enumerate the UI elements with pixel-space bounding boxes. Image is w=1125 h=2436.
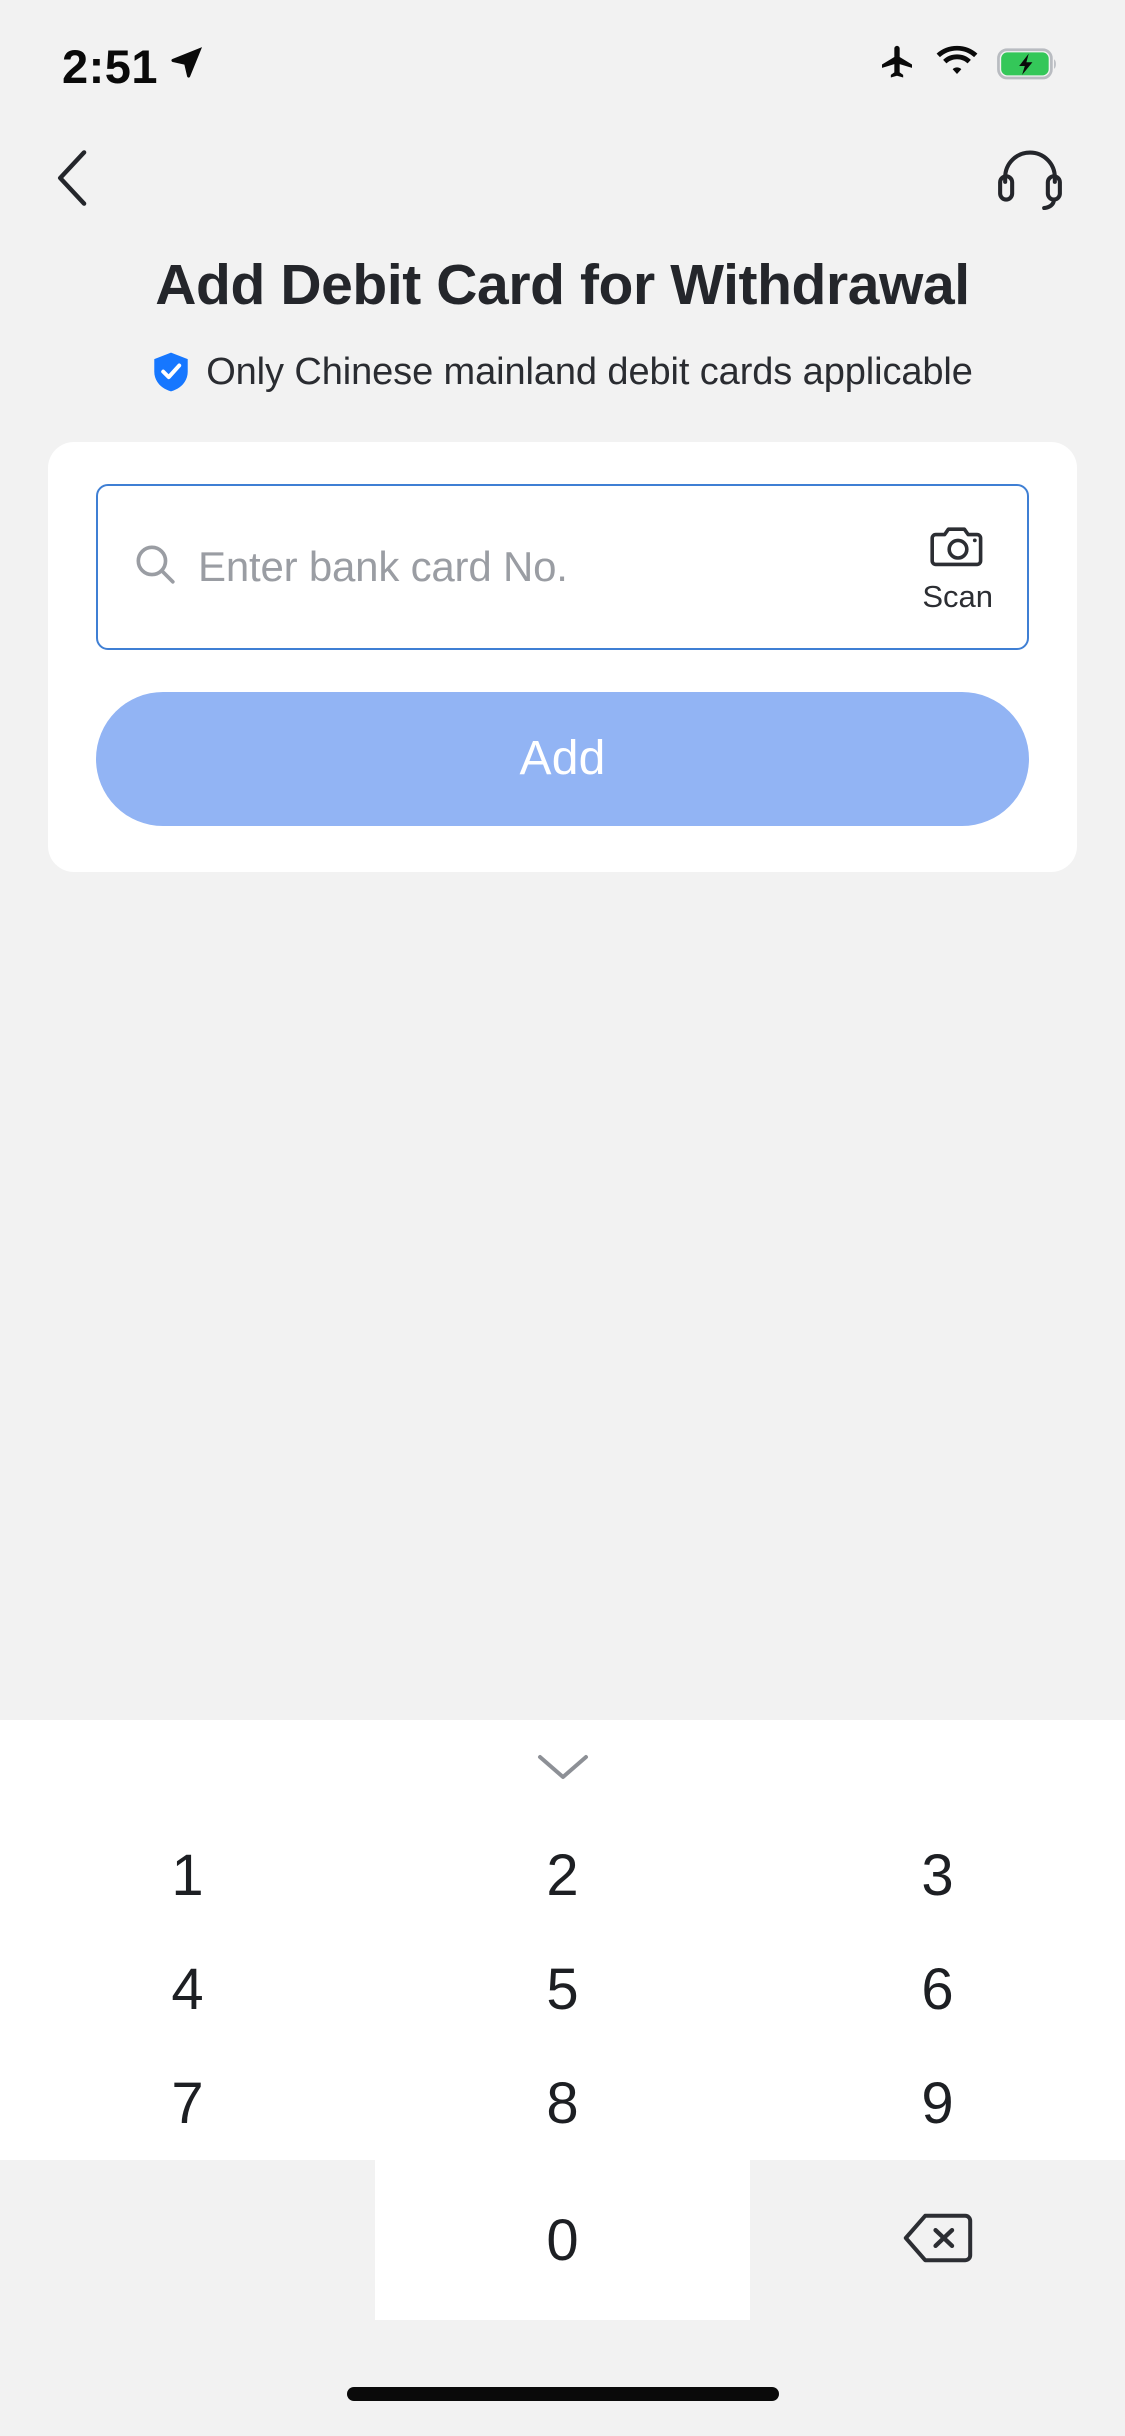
back-button[interactable] bbox=[36, 143, 110, 217]
scan-card-button[interactable]: Scan bbox=[922, 522, 993, 612]
airplane-mode-icon bbox=[877, 42, 917, 87]
status-bar: 2:51 bbox=[0, 0, 1125, 128]
eligibility-notice: Only Chinese mainland debit cards applic… bbox=[0, 351, 1125, 394]
scan-label: Scan bbox=[922, 578, 993, 614]
home-indicator[interactable] bbox=[346, 2387, 779, 2401]
keypad-last-row: 0 bbox=[0, 2160, 1125, 2320]
key-2[interactable]: 2 bbox=[375, 1818, 750, 1932]
nav-bar bbox=[0, 128, 1125, 232]
add-card-button[interactable]: Add bbox=[96, 691, 1029, 826]
eligibility-notice-text: Only Chinese mainland debit cards applic… bbox=[206, 350, 973, 393]
battery-charging-icon bbox=[997, 48, 1059, 80]
status-bar-clock: 2:51 bbox=[62, 39, 159, 93]
key-3[interactable]: 3 bbox=[750, 1818, 1125, 1932]
location-arrow-icon bbox=[168, 43, 206, 86]
add-card-panel: Scan Add bbox=[48, 441, 1077, 872]
page-title: Add Debit Card for Withdrawal bbox=[155, 253, 970, 317]
status-bar-left: 2:51 bbox=[62, 39, 206, 90]
camera-icon bbox=[930, 522, 986, 575]
keyboard-collapse-button[interactable] bbox=[0, 1720, 1125, 1818]
phone-screen: 2:51 Add Debit Card for Withdrawal Only … bbox=[0, 0, 1125, 2436]
key-8[interactable]: 8 bbox=[375, 2046, 750, 2160]
headset-icon bbox=[997, 146, 1063, 215]
key-0[interactable]: 0 bbox=[375, 2160, 750, 2320]
numeric-keypad: 1 2 3 4 5 6 7 8 9 0 bbox=[0, 1720, 1125, 2436]
back-chevron-icon bbox=[51, 149, 95, 212]
customer-support-button[interactable] bbox=[993, 143, 1067, 217]
backspace-delete-icon bbox=[902, 2211, 974, 2270]
shield-check-icon bbox=[152, 351, 190, 393]
card-number-input[interactable] bbox=[198, 542, 905, 591]
key-4[interactable]: 4 bbox=[0, 1932, 375, 2046]
keypad-blank-key bbox=[0, 2160, 375, 2320]
key-7[interactable]: 7 bbox=[0, 2046, 375, 2160]
key-1[interactable]: 1 bbox=[0, 1818, 375, 1932]
chevron-down-icon bbox=[535, 1751, 591, 1788]
home-indicator-area bbox=[0, 2320, 1125, 2436]
status-bar-right bbox=[877, 42, 1059, 87]
search-icon bbox=[132, 541, 178, 592]
keypad-grid: 1 2 3 4 5 6 7 8 9 bbox=[0, 1818, 1125, 2160]
key-6[interactable]: 6 bbox=[750, 1932, 1125, 2046]
backspace-key[interactable] bbox=[750, 2160, 1125, 2320]
card-number-field-wrapper[interactable]: Scan bbox=[96, 483, 1029, 650]
key-9[interactable]: 9 bbox=[750, 2046, 1125, 2160]
key-5[interactable]: 5 bbox=[375, 1932, 750, 2046]
wifi-icon bbox=[935, 45, 979, 84]
